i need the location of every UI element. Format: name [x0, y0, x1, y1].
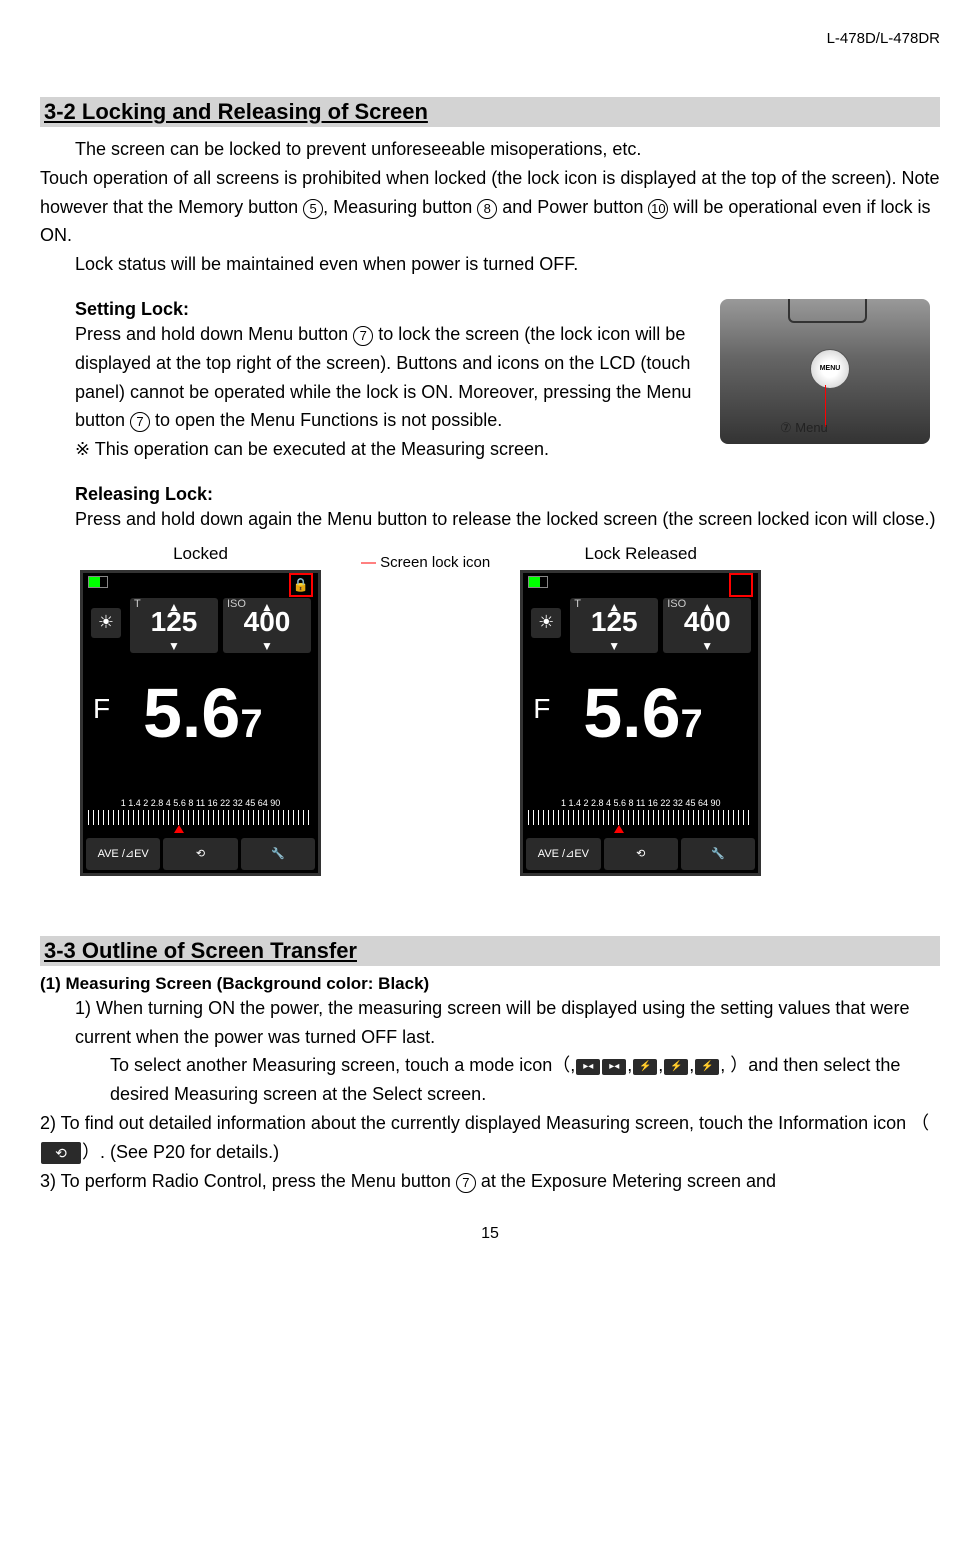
circled-5: 5 — [303, 199, 323, 219]
s32-p2c: and Power button — [497, 197, 648, 217]
circled-8: 8 — [477, 199, 497, 219]
lcd-released: ☀ ▲ T 125 ▼ ▲ ISO 400 ▼ F 5.67 1 1.4 2 2… — [520, 570, 761, 876]
circled-7-a: 7 — [353, 326, 373, 346]
s32-p2: Touch operation of all screens is prohib… — [40, 164, 940, 250]
setting-lock-note: ※ This operation can be executed at the … — [75, 435, 710, 464]
arrow-up-icon: ▲ — [261, 600, 273, 614]
f-sub: 7 — [681, 702, 703, 746]
mode-icon-2: ▸◂ — [602, 1059, 626, 1075]
circled-7-c: 7 — [456, 1173, 476, 1193]
scale-marker-icon — [614, 825, 624, 833]
mode-icon-5: ⚡ — [695, 1059, 719, 1075]
page-number: 15 — [40, 1225, 940, 1243]
b2a: 2) To find out detailed information abou… — [40, 1113, 929, 1133]
arrow-down-icon: ▼ — [608, 639, 620, 653]
b3a: 3) To perform Radio Control, press the M… — [40, 1171, 456, 1191]
wrench-button: 🔧 — [681, 838, 755, 870]
s33-b2: 2) To find out detailed information abou… — [40, 1109, 940, 1167]
s33-sub1: (1) Measuring Screen (Background color: … — [40, 974, 940, 994]
menu-button-icon: MENU — [810, 349, 850, 389]
mode-icon-3: ⚡ — [633, 1059, 657, 1075]
s32-p2b: , Measuring button — [323, 197, 477, 217]
b1sub-c: , — [658, 1055, 663, 1075]
ave-ev-button: AVE /⊿EV — [526, 838, 600, 870]
figure-released: Lock Released ☀ ▲ T 125 ▼ ▲ ISO 400 ▼ F … — [520, 544, 761, 876]
page-header-model: L-478D/L-478DR — [40, 30, 940, 47]
f-value: 5.67 — [143, 673, 263, 753]
device-menu-label: ⑦ Menu — [780, 420, 828, 436]
scale-marker-icon — [174, 825, 184, 833]
caption-locked: Locked — [80, 544, 321, 564]
battery-icon — [88, 576, 108, 588]
f-main: 5.6 — [583, 674, 680, 752]
info-button: ⟲ — [163, 838, 237, 870]
setting-lock-text: Press and hold down Menu button 7 to loc… — [75, 320, 710, 435]
ave-ev-button: AVE /⊿EV — [86, 838, 160, 870]
t-value-box: ▲ T 125 ▼ — [130, 598, 218, 653]
arrow-down-icon: ▼ — [168, 639, 180, 653]
caption-released: Lock Released — [520, 544, 761, 564]
lock-icon-empty-highlight — [729, 573, 753, 597]
s32-p1: The screen can be locked to prevent unfo… — [75, 135, 940, 164]
f-value: 5.67 — [583, 673, 703, 753]
s33-b3: 3) To perform Radio Control, press the M… — [40, 1167, 940, 1196]
arrow-up-icon: ▲ — [701, 600, 713, 614]
iso-value-box: ▲ ISO 400 ▼ — [223, 598, 311, 653]
f-label: F — [533, 693, 550, 725]
info-button: ⟲ — [604, 838, 678, 870]
arrow-up-icon: ▲ — [608, 600, 620, 614]
section-3-2-title: 3-2 Locking and Releasing of Screen — [40, 97, 940, 127]
lock-icon: 🔒 — [293, 577, 309, 593]
circled-7-b: 7 — [130, 412, 150, 432]
releasing-lock-heading: Releasing Lock: — [75, 484, 940, 505]
b1sub-b: , — [627, 1055, 632, 1075]
t-value-box: ▲ T 125 ▼ — [570, 598, 658, 653]
iso-value-box: ▲ ISO 400 ▼ — [663, 598, 751, 653]
aperture-scale: 1 1.4 2 2.8 4 5.6 8 11 16 22 32 45 64 90 — [88, 798, 313, 825]
section-3-3-title: 3-3 Outline of Screen Transfer — [40, 936, 940, 966]
scale-numbers: 1 1.4 2 2.8 4 5.6 8 11 16 22 32 45 64 90 — [121, 798, 280, 808]
lock-icon-annotation: — Screen lock icon — [361, 554, 490, 876]
annotation-text: Screen lock icon — [380, 554, 490, 571]
aperture-scale: 1 1.4 2 2.8 4 5.6 8 11 16 22 32 45 64 90 — [528, 798, 753, 825]
device-top-outline — [788, 299, 867, 323]
lcd-locked: 🔒 ☀ ▲ T 125 ▼ ▲ ISO 400 ▼ F 5.67 1 1.4 2… — [80, 570, 321, 876]
f-label: F — [93, 693, 110, 725]
s32-p3: Lock status will be maintained even when… — [75, 250, 940, 279]
figure-locked: Locked 🔒 ☀ ▲ T 125 ▼ ▲ ISO 400 ▼ F 5.67 — [80, 544, 321, 876]
sun-mode-icon: ☀ — [531, 608, 561, 638]
wrench-button: 🔧 — [241, 838, 315, 870]
mode-icon-1: ▸◂ — [576, 1059, 600, 1075]
sl1c: to open the Menu Functions is not possib… — [150, 410, 502, 430]
sun-mode-icon: ☀ — [91, 608, 121, 638]
b2b: ）. (See P20 for details.) — [82, 1142, 279, 1162]
lock-icon-highlight: 🔒 — [289, 573, 313, 597]
arrow-up-icon: ▲ — [168, 600, 180, 614]
scale-numbers: 1 1.4 2 2.8 4 5.6 8 11 16 22 32 45 64 90 — [561, 798, 720, 808]
setting-lock-heading: Setting Lock: — [75, 299, 710, 320]
arrow-down-icon: ▼ — [261, 639, 273, 653]
s33-b1sub: To select another Measuring screen, touc… — [110, 1051, 940, 1109]
device-image: MENU ⑦ Menu — [720, 299, 930, 444]
f-main: 5.6 — [143, 674, 240, 752]
sl1a: Press and hold down Menu button — [75, 324, 353, 344]
b1sub-a: To select another Measuring screen, touc… — [110, 1055, 575, 1075]
battery-icon — [528, 576, 548, 588]
b1sub-d: , — [689, 1055, 694, 1075]
b3b: at the Exposure Metering screen and — [476, 1171, 776, 1191]
information-icon: ⟲ — [41, 1142, 81, 1164]
releasing-lock-text: Press and hold down again the Menu butto… — [75, 505, 940, 534]
s33-b1: 1) When turning ON the power, the measur… — [75, 994, 940, 1052]
circled-10: 10 — [648, 199, 668, 219]
mode-icon-4: ⚡ — [664, 1059, 688, 1075]
arrow-down-icon: ▼ — [701, 639, 713, 653]
f-sub: 7 — [240, 702, 262, 746]
